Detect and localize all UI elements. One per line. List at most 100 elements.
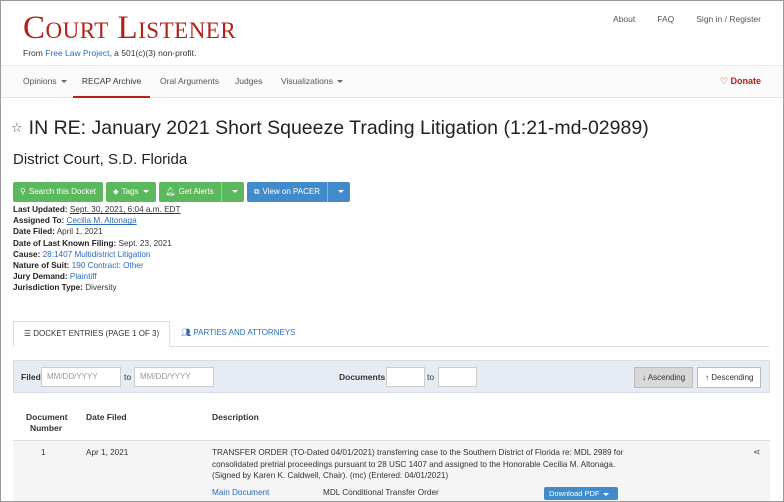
col-document-number: Document Number	[26, 412, 68, 433]
meta-label: Date Filed:	[13, 227, 55, 237]
action-buttons: ⚲ Search this Docket ⬥ Tags 🔔︎ Get Alerts ⧉…	[13, 182, 351, 202]
chevron-down-icon	[142, 190, 149, 194]
site-logo[interactable]: Court Listener	[23, 10, 236, 46]
tab-docket-entries[interactable]: ☰ DOCKET ENTRIES (PAGE 1 OF 3)	[13, 321, 170, 347]
sort-ascending-button[interactable]: ↓ Ascending	[634, 367, 694, 388]
meta-value: April 1, 2021	[56, 227, 103, 237]
tab-parties[interactable]: 👥︎ PARTIES AND ATTORNEYS	[181, 321, 296, 347]
documents-to-label: to	[427, 372, 435, 382]
site-header: Court Listener From Free Law Project, a …	[1, 1, 783, 65]
meta-last-updated: Last Updated: Sept. 30, 2021, 6:04 a.m. …	[13, 204, 180, 215]
meta-value: Sept. 23, 2021	[118, 238, 172, 248]
view-pacer-group: ⧉ View on PACER	[246, 182, 351, 202]
get-alerts-button[interactable]: 🔔︎ Get Alerts	[158, 182, 222, 202]
heart-icon: ♡	[719, 76, 731, 86]
download-pdf-label: Download PDF	[549, 489, 600, 498]
search-docket-button[interactable]: ⚲ Search this Docket	[13, 182, 103, 202]
meta-label: Last Updated:	[13, 205, 68, 214]
donate-button[interactable]: ♡ Donate	[720, 66, 761, 96]
search-docket-label: Search this Docket	[28, 187, 96, 196]
case-title: ☆ IN RE: January 2021 Short Squeeze Tradi…	[11, 117, 649, 140]
row-date: Apr 1, 2021	[86, 448, 129, 457]
chevron-down-icon	[336, 80, 343, 84]
nav-judges[interactable]: Judges	[235, 66, 262, 98]
case-metadata: Last Updated: Sept. 30, 2021, 6:04 a.m. …	[13, 204, 180, 294]
nav-visualizations-label: Visualizations	[281, 76, 333, 86]
chevron-down-icon	[60, 80, 67, 84]
meta-assigned: Assigned To: Cecilia M. Altonaga	[13, 215, 180, 226]
court-name: District Court, S.D. Florida	[13, 151, 188, 168]
col-date-filed: Date Filed	[86, 412, 127, 422]
meta-label: Jurisdiction Type:	[13, 283, 83, 293]
meta-value: Sept. 30, 2021, 6:04 a.m. EDT	[69, 205, 181, 214]
meta-label: Cause:	[13, 249, 41, 259]
jury-link[interactable]: Plaintiff	[70, 272, 97, 281]
row-description: TRANSFER ORDER (TO-Dated 04/01/2021) tra…	[212, 448, 624, 480]
tab-docket-label: DOCKET ENTRIES (PAGE 1 OF 3)	[33, 329, 160, 338]
get-alerts-label: Get Alerts	[178, 187, 214, 196]
meta-cause: Cause: 28:1407 Multidistrict Litigation	[13, 249, 180, 260]
about-link[interactable]: About	[613, 14, 635, 24]
tags-label: Tags	[121, 187, 139, 196]
meta-label: Nature of Suit:	[13, 261, 70, 271]
chevron-down-icon	[603, 492, 610, 496]
docket-tabs: ☰ DOCKET ENTRIES (PAGE 1 OF 3) 👥︎ PARTIE…	[13, 321, 769, 347]
sign-in-link[interactable]: Sign in / Register	[696, 14, 761, 24]
chevron-down-icon	[231, 190, 238, 194]
col-description: Description	[212, 412, 259, 422]
tagline-suffix: , a 501(c)(3) non-profit.	[109, 48, 197, 58]
doc-description: MDL Conditional Transfer Order	[323, 488, 439, 497]
nav-judges-label: Judges	[235, 76, 263, 86]
list-icon: ☰	[23, 329, 34, 338]
get-alerts-group: 🔔︎ Get Alerts	[158, 182, 244, 202]
faq-link[interactable]: FAQ	[657, 14, 674, 24]
view-pacer-dropdown[interactable]	[328, 182, 351, 202]
tab-parties-label: PARTIES AND ATTORNEYS	[193, 328, 296, 337]
filed-to-input[interactable]: MM/DD/YYYY	[134, 367, 214, 387]
view-pacer-button[interactable]: ⧉ View on PACER	[246, 182, 329, 202]
sort-descending-button[interactable]: ↑ Descending	[697, 367, 762, 388]
filed-label: Filed	[21, 372, 41, 382]
case-title-text: IN RE: January 2021 Short Squeeze Tradin…	[28, 117, 649, 139]
cause-link[interactable]: 28:1407 Multidistrict Litigation	[43, 250, 151, 259]
search-icon: ⚲	[20, 187, 26, 196]
nav-opinions-label: Opinions	[23, 76, 57, 86]
tags-button[interactable]: ⬥ Tags	[106, 182, 156, 202]
tagline: From Free Law Project, a 501(c)(3) non-p…	[23, 48, 196, 58]
documents-from-input[interactable]	[386, 367, 425, 387]
nav-recap-archive[interactable]: RECAP Archive	[73, 66, 150, 98]
meta-jurisdiction: Jurisdiction Type: Diversity	[13, 282, 180, 293]
tagline-prefix: From	[23, 48, 46, 58]
row-doc-number[interactable]: 1	[41, 447, 46, 459]
nav-recap-label: RECAP Archive	[81, 76, 142, 86]
free-law-project-link[interactable]: Free Law Project	[45, 48, 109, 58]
meta-label: Jury Demand:	[13, 272, 68, 282]
descending-label: Descending	[711, 373, 754, 382]
meta-jury: Jury Demand: Plaintiff	[13, 271, 180, 282]
assigned-judge-link[interactable]: Cecilia M. Altonaga	[67, 216, 137, 225]
share-icon[interactable]: ⋖	[753, 447, 761, 458]
users-icon: 👥︎	[181, 328, 194, 337]
nav-opinions[interactable]: Opinions	[23, 66, 67, 98]
main-document-link[interactable]: Main Document	[212, 487, 269, 499]
nav-oral-label: Oral Arguments	[160, 76, 220, 86]
meta-value: Diversity	[85, 283, 117, 293]
ascending-label: Ascending	[647, 373, 686, 382]
nature-link[interactable]: 190 Contract: Other	[72, 261, 144, 270]
star-icon[interactable]: ☆	[11, 120, 23, 135]
chevron-down-icon	[338, 190, 345, 194]
meta-label: Date of Last Known Filing:	[13, 238, 117, 248]
bell-icon: 🔔︎	[165, 187, 176, 196]
meta-date-filed: Date Filed: April 1, 2021	[13, 226, 180, 237]
documents-to-input[interactable]	[438, 367, 477, 387]
filed-from-input[interactable]: MM/DD/YYYY	[41, 367, 121, 387]
get-alerts-dropdown[interactable]	[221, 182, 244, 202]
filed-to-label: to	[124, 372, 132, 382]
meta-label: Assigned To:	[13, 216, 65, 226]
meta-nature: Nature of Suit: 190 Contract: Other	[13, 260, 180, 271]
donate-label: Donate	[730, 76, 761, 86]
nav-visualizations[interactable]: Visualizations	[281, 66, 343, 98]
nav-oral-arguments[interactable]: Oral Arguments	[160, 66, 219, 98]
download-pdf-button[interactable]: Download PDF	[544, 487, 618, 500]
main-nav: Opinions RECAP Archive Oral Arguments Ju…	[1, 65, 783, 98]
